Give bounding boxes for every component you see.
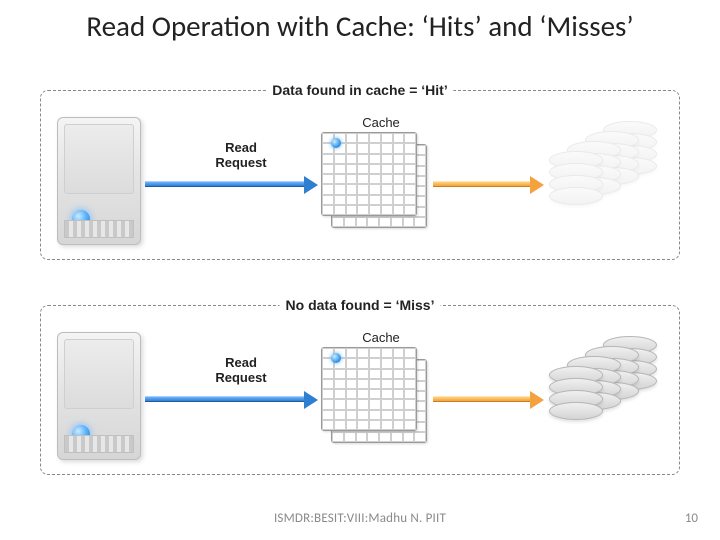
cache-hit-data-dot: [331, 138, 341, 148]
cache-icon-miss: Cache: [321, 330, 441, 447]
panel-cache-hit: Data found in cache = ‘Hit’ Read Request…: [40, 90, 680, 260]
cache-icon-hit: Cache: [321, 115, 441, 232]
server-icon: [57, 117, 147, 247]
arrow-cache-to-disk-miss: [433, 396, 531, 402]
disk-array: [531, 342, 661, 452]
cache-label-hit: Cache: [321, 115, 441, 130]
cache-miss-data-dot: [331, 353, 341, 363]
page-number: 10: [685, 511, 698, 526]
panel-cache-miss: No data found = ‘Miss’ Read Request Cach…: [40, 305, 680, 475]
arrow-read-request-miss: [145, 396, 305, 402]
arrow-cache-to-disk-hit: [433, 181, 531, 187]
read-request-label-miss: Read Request: [201, 356, 281, 386]
cache-label-miss: Cache: [321, 330, 441, 345]
read-request-label-hit: Read Request: [201, 141, 281, 171]
slide-footer: ISMDR:BESIT:VIII:Madhu N. PIIT: [0, 511, 720, 526]
panel-miss-label: No data found = ‘Miss’: [280, 297, 441, 313]
slide-title: Read Operation with Cache: ‘Hits’ and ‘M…: [0, 0, 720, 43]
disk-array-faded: [531, 127, 661, 237]
server-icon-miss: [57, 332, 147, 462]
arrow-read-request-hit: [145, 181, 305, 187]
panel-hit-label: Data found in cache = ‘Hit’: [266, 82, 453, 98]
